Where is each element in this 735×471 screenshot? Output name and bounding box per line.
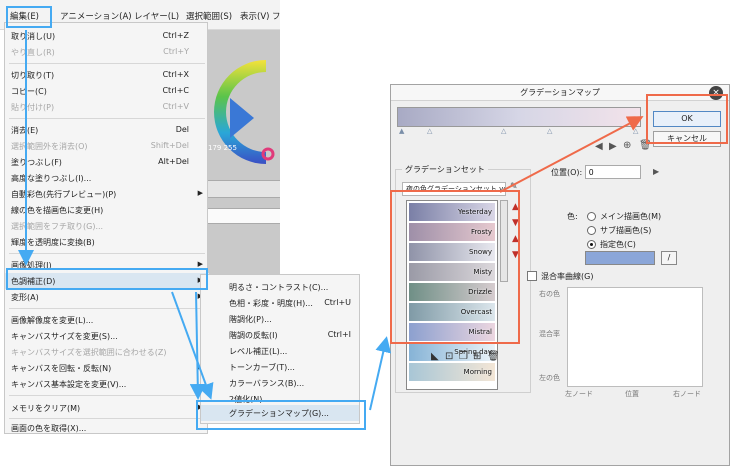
menu-item-rotate-flip-canvas[interactable]: キャンバスを回転・反転(N)▶ xyxy=(5,360,209,376)
graph-label: 右の色 xyxy=(539,290,560,298)
submenu-item-invert[interactable]: 階調の反転(I) Ctrl+I xyxy=(201,327,359,343)
color-label: 色: xyxy=(567,212,578,221)
highlight-box-gradient-map xyxy=(196,400,366,430)
gradient-nodes: ▲ △ △ △ △ xyxy=(397,127,641,137)
submenu-item-levels[interactable]: レベル補正(L)... xyxy=(201,343,359,359)
gradient-node-icon[interactable]: △ xyxy=(633,127,638,135)
submenu-item-brightness-contrast[interactable]: 明るさ・コントラスト(C)... xyxy=(201,279,359,295)
add-node-icon[interactable]: ⊕ xyxy=(623,140,631,151)
radio-custom-color[interactable]: 指定色(C) xyxy=(587,239,707,251)
menu-item-border[interactable]: 選択範囲をフチ取り(G)... xyxy=(5,218,209,234)
menu-file-partial[interactable]: フ xyxy=(272,10,281,24)
menu-item-luminance-to-alpha[interactable]: 輝度を透明度に変換(B) xyxy=(5,234,209,250)
submenu-arrow-icon: ▶ xyxy=(197,189,203,197)
add-set-icon[interactable]: ❐ xyxy=(459,351,468,362)
highlight-box-gradient-set-list xyxy=(390,190,520,344)
menu-separator xyxy=(9,253,205,254)
submenu-item-posterize[interactable]: 階調化(P)... xyxy=(201,311,359,327)
save-gradient-icon[interactable]: ⊡ xyxy=(445,351,453,362)
panel-toolbar-strip xyxy=(200,180,280,198)
submenu-arrow-icon: ▶ xyxy=(197,260,203,268)
menu-item-clear-memory[interactable]: メモリをクリア(M)▶ xyxy=(5,400,209,416)
menu-item-erase-outside[interactable]: 選択範囲外を消去(O) Shift+Del xyxy=(5,138,209,154)
submenu-item-hue-saturation[interactable]: 色相・彩度・明度(H)... Ctrl+U xyxy=(201,295,359,311)
gradient-node-icon[interactable]: △ xyxy=(501,127,506,135)
set-menu-icon[interactable]: ◣ xyxy=(431,351,439,362)
node-next-icon[interactable]: ▶ xyxy=(609,141,617,152)
position-label: 位置(O): xyxy=(551,168,583,177)
menu-separator xyxy=(9,418,205,419)
radio-main-color[interactable]: メイン描画色(M) xyxy=(587,211,707,223)
highlight-box-tonal-correction xyxy=(6,268,208,290)
position-arrow-icon[interactable]: ▶ xyxy=(653,167,659,176)
menu-item-undo[interactable]: 取り消し(U) Ctrl+Z xyxy=(5,28,209,44)
menu-separator xyxy=(9,395,205,396)
menu-item-redo[interactable]: やり直し(R) Ctrl+Y xyxy=(5,44,209,60)
menu-item-erase[interactable]: 消去(E) Del xyxy=(5,122,209,138)
menu-separator xyxy=(9,118,205,119)
graph-label: 左ノード xyxy=(565,390,593,398)
menu-item-transform[interactable]: 変形(A)▶ xyxy=(5,289,209,305)
gradient-node-icon[interactable]: △ xyxy=(427,127,432,135)
menu-separator xyxy=(9,308,205,309)
blend-curve-graph[interactable] xyxy=(567,287,703,387)
menu-item-cut[interactable]: 切り取り(T) Ctrl+X xyxy=(5,67,209,83)
menu-view[interactable]: 表示(V) xyxy=(240,10,269,24)
menu-item-paste[interactable]: 貼り付け(P) Ctrl+V xyxy=(5,99,209,115)
menu-separator xyxy=(9,63,205,64)
position-input[interactable] xyxy=(585,165,641,179)
delete-gradient-icon[interactable]: 🗑 xyxy=(487,351,500,362)
gradient-node-icon[interactable]: △ xyxy=(547,127,552,135)
highlight-box-ok-button xyxy=(646,94,728,144)
blend-curve-label: 混合率曲線(G) xyxy=(541,272,594,281)
submenu-item-color-balance[interactable]: カラーバランス(B)... xyxy=(201,375,359,391)
menu-item-canvas-settings[interactable]: キャンバス基本設定を変更(V)... xyxy=(5,376,209,392)
graph-label: 左の色 xyxy=(539,374,560,382)
graph-label: 右ノード xyxy=(673,390,701,398)
gradient-node-icon[interactable]: ▲ xyxy=(399,127,404,135)
menu-item-advanced-fill[interactable]: 高度な塗りつぶし(I)... xyxy=(5,170,209,186)
menu-item-line-color[interactable]: 線の色を描画色に変更(H) xyxy=(5,202,209,218)
gradient-preview-bar[interactable] xyxy=(397,107,641,127)
node-prev-icon[interactable]: ◀ xyxy=(595,141,603,152)
gradient-swatch[interactable]: Morning xyxy=(409,363,495,382)
blend-curve-checkbox[interactable] xyxy=(527,271,537,281)
eyedropper-icon[interactable]: / xyxy=(661,251,677,265)
gradient-set-label: グラデーションセット xyxy=(402,164,488,175)
custom-color-swatch[interactable] xyxy=(585,251,655,265)
submenu-item-tone-curve[interactable]: トーンカーブ(T)... xyxy=(201,359,359,375)
menu-item-pick-screen-color[interactable]: 画面の色を取得(X)... xyxy=(5,420,209,434)
color-values-readout: 179 255 xyxy=(208,144,237,152)
edit-menu: 取り消し(U) Ctrl+Z やり直し(R) Ctrl+Y 切り取り(T) Ctrl+… xyxy=(4,22,209,434)
menu-item-canvas-size[interactable]: キャンバスサイズを変更(S)... xyxy=(5,328,209,344)
graph-label: 位置 xyxy=(625,390,639,398)
menu-item-copy[interactable]: コピー(C) Ctrl+C xyxy=(5,83,209,99)
graph-label: 混合率 xyxy=(539,330,560,338)
menu-item-auto-color[interactable]: 自動彩色(先行プレビュー)(P) ▶ xyxy=(5,186,209,202)
menu-item-fill[interactable]: 塗りつぶし(F) Alt+Del xyxy=(5,154,209,170)
panel-dropdown-strip[interactable] xyxy=(200,208,280,224)
highlight-box-edit-menu xyxy=(6,6,52,28)
radio-sub-color[interactable]: サブ描画色(S) xyxy=(587,225,707,237)
menu-item-fit-canvas-to-selection[interactable]: キャンバスサイズを選択範囲に合わせる(Z) xyxy=(5,344,209,360)
add-gradient-icon[interactable]: ⊞ xyxy=(473,351,481,362)
menu-item-resolution[interactable]: 画像解像度を変更(L)... xyxy=(5,312,209,328)
